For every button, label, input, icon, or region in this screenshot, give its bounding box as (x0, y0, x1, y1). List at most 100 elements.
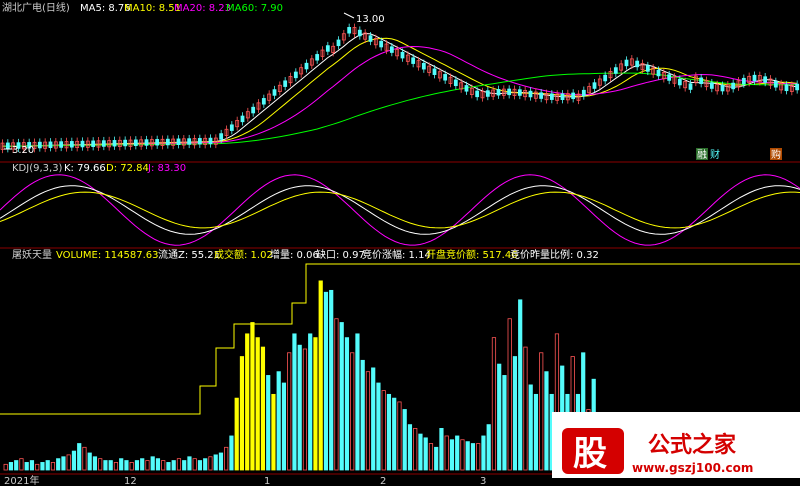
candle-body (485, 90, 490, 97)
volume-bar (266, 375, 271, 471)
volume-bar (512, 356, 518, 471)
candle-body (581, 89, 586, 97)
candle-body (155, 139, 160, 146)
candle-body (240, 115, 245, 123)
candle-body (187, 138, 192, 145)
candle-body (251, 106, 256, 114)
ma20-label: MA20: 8.23 (174, 3, 231, 14)
watermark-logo: 股 (573, 434, 607, 474)
volume-bar (308, 333, 313, 471)
volume-bar (224, 446, 229, 471)
vol-stat-6: 开盘竞价额: 517.46 (426, 248, 518, 261)
stock-chart: 湖北广电(日线) MA5: 8.76 MA10: 8.51 MA20: 8.23… (0, 1, 800, 486)
candle-body (443, 74, 448, 81)
volume-bar (234, 397, 239, 471)
candle-body (731, 82, 736, 90)
volume-bar (40, 462, 45, 471)
volume-bar (381, 390, 386, 471)
volume-bar (197, 460, 203, 471)
volume-bar (182, 460, 187, 471)
vol-stat-3: 增量: 0.06 (270, 248, 319, 261)
badge-3: 购 (771, 148, 781, 161)
volume-bar (77, 443, 82, 471)
volume-bar (476, 443, 481, 471)
candle-body (411, 57, 416, 64)
volume-bar (486, 424, 491, 471)
volume-bar (470, 443, 476, 471)
stock-name: 湖北广电(日线) (2, 1, 70, 14)
volume-bar (192, 458, 197, 471)
volume-bar (145, 460, 150, 471)
moving-average-lines (2, 32, 798, 147)
candlesticks (0, 23, 800, 154)
vol-title: 屠妖天量 (12, 248, 52, 261)
volume-bar (539, 352, 544, 471)
volume-bar (318, 280, 323, 471)
volume-bar (161, 460, 166, 471)
candle-body (763, 76, 768, 83)
volume-bar (14, 460, 19, 471)
volume-bar (8, 462, 14, 471)
candle-body (69, 141, 74, 148)
volume-bar (218, 452, 224, 471)
volume-bar (56, 458, 61, 471)
vol-stat-4: 缺口: 0.97 (316, 248, 365, 261)
candle-body (677, 78, 682, 86)
candle-body (336, 39, 341, 47)
kdj-title: KDJ(9,3,3) (12, 163, 63, 174)
candle-body (37, 141, 42, 149)
candle-body (603, 74, 608, 82)
candle-body (528, 90, 533, 98)
volume-bar (124, 460, 129, 471)
volume-bar (129, 462, 134, 471)
candle-body (272, 89, 277, 96)
candle-body (741, 77, 746, 85)
candle-body (379, 40, 384, 48)
volume-bar (465, 441, 470, 471)
candle-body (59, 141, 64, 148)
candle-body (144, 139, 149, 146)
volume-bar (150, 456, 155, 471)
candle-body (688, 83, 693, 90)
volume-bar (418, 433, 423, 471)
ma60-label: MA60: 7.90 (226, 3, 283, 14)
volume-bar (302, 348, 308, 471)
kdj-j-line (0, 174, 800, 246)
volume-bar (544, 371, 549, 471)
candle-body (304, 62, 309, 70)
volume-bar (533, 393, 539, 471)
volume-guide-lines (0, 263, 800, 415)
volume-bar (239, 356, 245, 471)
watermark-title: 公式之家 (648, 432, 737, 458)
candle-body (475, 90, 480, 98)
candle-body (699, 77, 704, 84)
volume-bar (386, 393, 392, 471)
ma10-label: MA10: 8.51 (124, 3, 181, 14)
volume-bar (213, 454, 218, 471)
candle-body (549, 93, 554, 100)
volume-bar (35, 463, 40, 471)
candle-body (283, 80, 288, 87)
volume-bar (119, 458, 124, 471)
volume-bar (50, 462, 56, 471)
volume-bar (250, 322, 255, 471)
volume-bar (428, 443, 434, 471)
volume-bar (455, 435, 460, 471)
volume-bar (171, 460, 176, 471)
candle-body (357, 29, 362, 37)
candle-body (624, 59, 629, 67)
volume-bar (360, 359, 365, 471)
candle-body (773, 81, 778, 88)
candle-body (635, 60, 640, 68)
candle-body (400, 51, 405, 59)
candle-body (293, 71, 298, 79)
volume-bar (313, 337, 318, 471)
volume-bar (287, 352, 292, 471)
candle-body (368, 35, 373, 42)
volume-bar (103, 460, 108, 471)
high-price-marker: 13.00 (356, 14, 385, 25)
candle-body (325, 45, 330, 52)
volume-bar (155, 458, 161, 471)
volume-bar (523, 346, 528, 471)
candle-body (48, 141, 53, 149)
